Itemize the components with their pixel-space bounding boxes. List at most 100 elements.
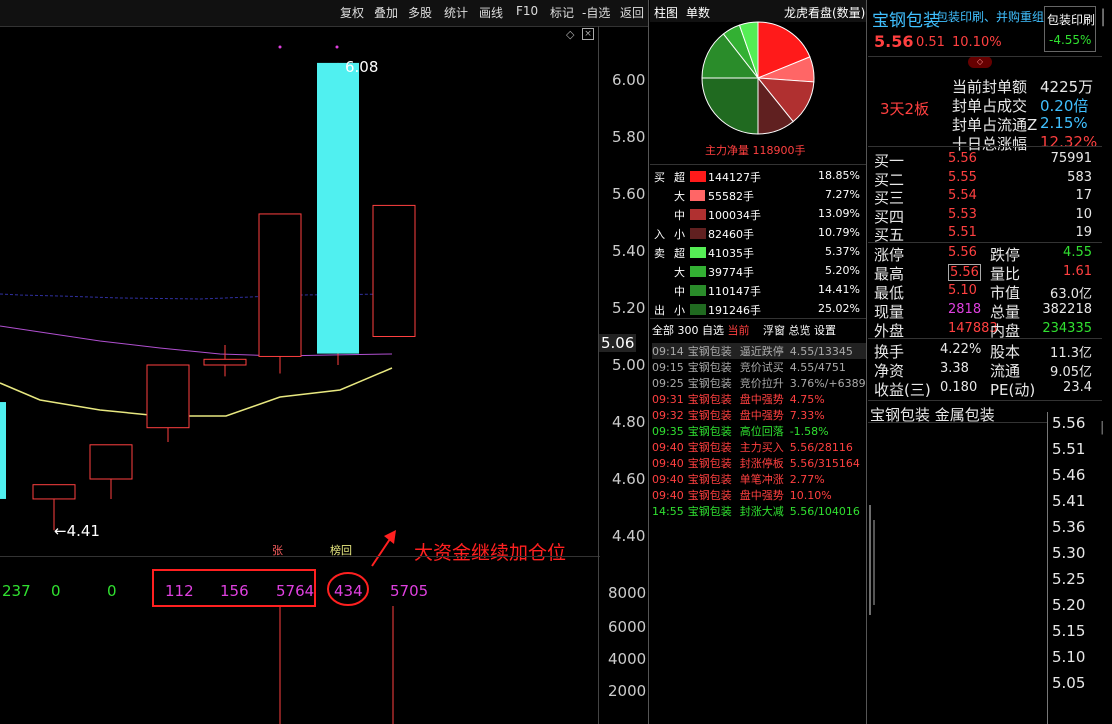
fund-value: 3.38 <box>940 361 969 376</box>
event-row[interactable]: 14:55 宝钢包装 封涨大减 5.56/104016 <box>652 503 866 519</box>
toolbar-remove-watchlist[interactable]: -自选 <box>582 4 610 21</box>
stat-label: 总量 <box>990 303 1021 321</box>
flow-size: 超 <box>674 247 685 260</box>
flow-value: 144127手 <box>708 171 761 184</box>
toolbar-mark[interactable]: 标记 <box>550 4 574 21</box>
tab-300[interactable]: 300 <box>678 324 699 337</box>
event-stock: 宝钢包装 <box>687 505 732 518</box>
event-type: 盘中强势 <box>739 409 784 422</box>
event-type: 封涨大减 <box>739 505 784 518</box>
bid-price: 5.51 <box>948 225 977 240</box>
stat-value: 63.0亿 <box>1050 287 1092 302</box>
tab-settings[interactable]: 设置 <box>814 324 836 337</box>
bid-price: 5.55 <box>948 169 977 185</box>
event-value: 4.75% <box>789 393 825 406</box>
event-row[interactable]: 09:40 宝钢包装 单笔冲涨 2.77% <box>652 471 866 487</box>
toolbar-multi-stock[interactable]: 多股 <box>408 4 432 21</box>
main-net-volume: 主力净量 118900手 <box>705 144 806 157</box>
kline-toolbar: 复权 叠加 多股 统计 画线 F10 标记 -自选 返回 <box>0 0 648 27</box>
tab-overview[interactable]: 总览 <box>789 324 811 337</box>
event-row[interactable]: 09:25 宝钢包装 竞价拉升 3.76%/+6389 <box>652 375 866 391</box>
flow-value: 110147手 <box>708 285 761 298</box>
stat-value: 382218 <box>1042 302 1092 317</box>
tab-float-window[interactable]: 浮窗 <box>763 324 785 337</box>
toolbar-back[interactable]: 返回 <box>620 4 644 21</box>
tab-bar-chart[interactable]: 柱图 <box>654 4 678 21</box>
toolbar-statistics[interactable]: 统计 <box>444 4 468 21</box>
candle-body <box>258 213 302 357</box>
flow-pct: 25.02% <box>818 302 860 315</box>
toolbar-f10[interactable]: F10 <box>516 4 538 18</box>
ma-yellow-line <box>0 367 393 417</box>
event-time: 14:55 <box>652 505 684 518</box>
stat-label: 最高 <box>874 265 905 283</box>
event-type: 逼近跌停 <box>739 345 784 358</box>
mini-axis-line <box>1047 412 1048 724</box>
toolbar-overlay[interactable]: 叠加 <box>374 4 398 21</box>
volume-number: 5705 <box>390 582 429 600</box>
event-row[interactable]: 09:40 宝钢包装 盘中强势 10.10% <box>652 487 866 503</box>
volume-axis-label: 8000 <box>608 584 647 602</box>
event-value: 7.33% <box>789 409 825 422</box>
event-row[interactable]: 09:31 宝钢包装 盘中强势 4.75% <box>652 391 866 407</box>
event-time: 09:31 <box>652 393 684 406</box>
mini-price-label: 5.56 <box>1052 414 1086 432</box>
stat-value: 5.56 <box>948 245 977 260</box>
toolbar-restore-rights[interactable]: 复权 <box>340 4 364 21</box>
flow-color-bar <box>690 209 706 220</box>
event-time: 09:15 <box>652 361 684 374</box>
expand-icon[interactable]: ◇ <box>968 56 992 68</box>
divider <box>868 242 1102 243</box>
event-value: 5.56/104016 <box>789 505 860 518</box>
column-divider <box>866 0 867 724</box>
divider <box>868 146 1102 147</box>
event-row[interactable]: 09:35 宝钢包装 高位回落 -1.58% <box>652 423 866 439</box>
event-value: 4.55/13345 <box>789 345 853 358</box>
flow-row: 中 110147手 14.41% <box>652 282 864 300</box>
volume-number: 237 <box>2 582 31 600</box>
toolbar-draw-line[interactable]: 画线 <box>479 4 503 21</box>
event-row[interactable]: 09:14 宝钢包装 逼近跌停 4.55/13345 <box>652 343 866 359</box>
event-stock: 宝钢包装 <box>687 377 732 390</box>
event-time: 09:40 <box>652 441 684 454</box>
flow-size: 小 <box>674 228 685 241</box>
fund-value: 4.22% <box>940 342 982 357</box>
stat-label: 量比 <box>990 265 1021 283</box>
board-count: 3天2板 <box>880 100 930 118</box>
last-price: 5.56 <box>874 32 914 51</box>
mini-price-label: 5.41 <box>1052 492 1086 510</box>
annotation-arrow <box>371 535 393 567</box>
flow-size: 中 <box>674 285 685 298</box>
fund-value: 9.05亿 <box>1050 365 1092 380</box>
low-price-label: ←4.41 <box>54 522 100 540</box>
stat-value: 2818 <box>948 302 982 317</box>
divider <box>868 338 1102 339</box>
volume-number: 156 <box>220 582 249 600</box>
flow-size: 大 <box>674 266 685 279</box>
event-type: 竞价拉升 <box>739 377 784 390</box>
event-row[interactable]: 09:40 宝钢包装 封涨停板 5.56/315164 <box>652 455 866 471</box>
tab-all[interactable]: 全部 <box>652 324 674 337</box>
tab-current[interactable]: 当前 <box>728 324 750 337</box>
price-axis-label: 5.00 <box>612 356 646 374</box>
arrow-head-icon <box>384 530 396 544</box>
event-value: 3.76%/+6389 <box>789 377 866 390</box>
flow-row: 中 100034手 13.09% <box>652 206 864 224</box>
flow-color-bar <box>690 285 706 296</box>
fund-value: 23.4 <box>1063 380 1092 395</box>
tab-count[interactable]: 单数 <box>686 4 710 21</box>
event-row[interactable]: 09:32 宝钢包装 盘中强势 7.33% <box>652 407 866 423</box>
flow-value: 82460手 <box>708 228 754 241</box>
event-row[interactable]: 09:40 宝钢包装 主力买入 5.56/28116 <box>652 439 866 455</box>
mini-price-label: 5.20 <box>1052 596 1086 614</box>
fund-value: 11.3亿 <box>1050 346 1092 361</box>
scroll-indicator: | <box>1100 6 1107 27</box>
price-axis-label: 5.40 <box>612 242 646 260</box>
pie-slice <box>701 77 759 135</box>
tab-watchlist[interactable]: 自选 <box>702 324 724 337</box>
price-axis-label: 4.80 <box>612 413 646 431</box>
sector-box[interactable]: 包装印刷 -4.55% <box>1044 6 1096 52</box>
fund-label: 流通 <box>990 362 1021 380</box>
event-row[interactable]: 09:15 宝钢包装 竞价试买 4.55/4751 <box>652 359 866 375</box>
seal-value: 4225万 <box>1040 78 1094 96</box>
